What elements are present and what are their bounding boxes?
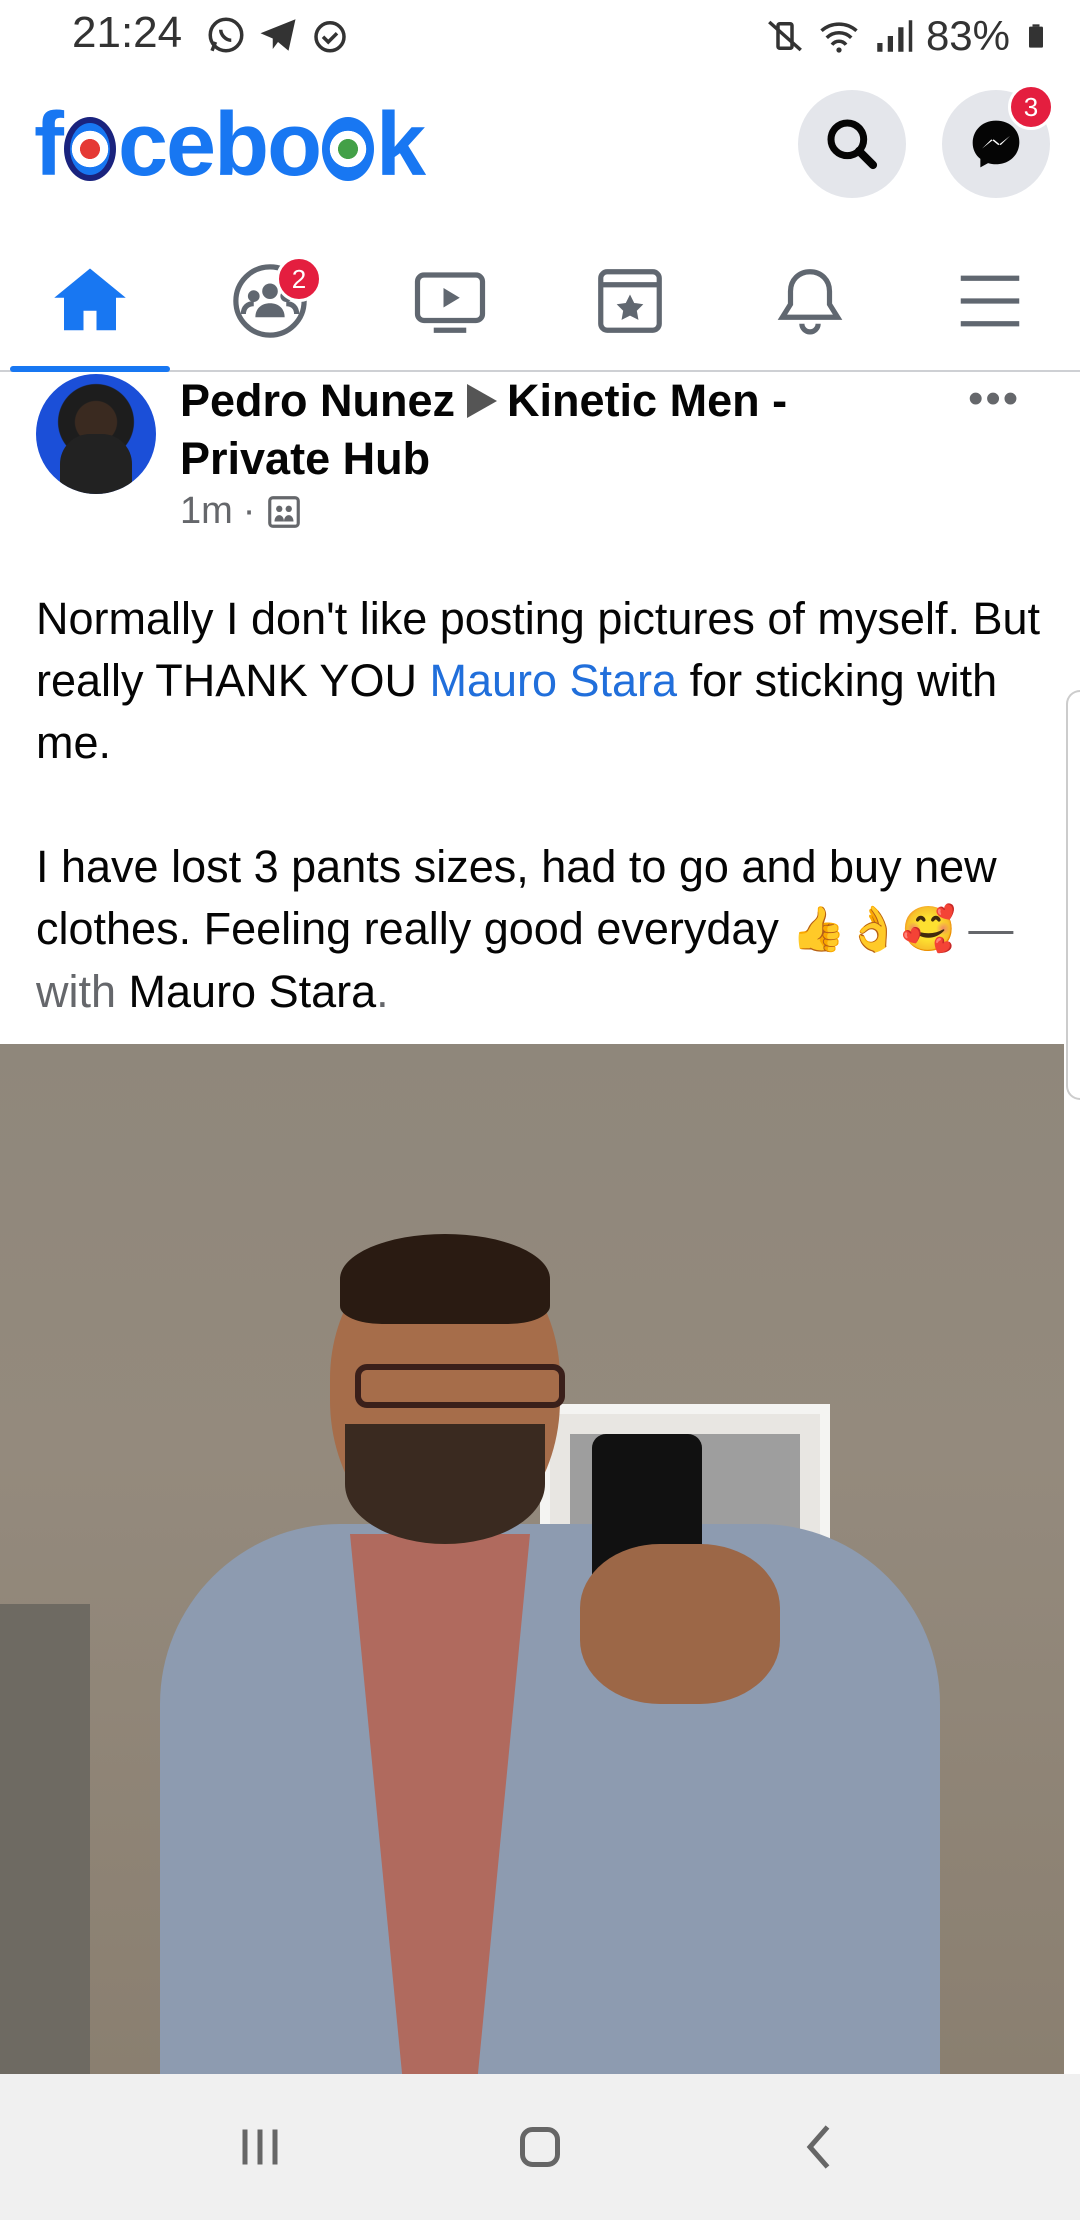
target-logo-icon xyxy=(63,117,116,181)
groups-badge: 2 xyxy=(276,256,322,302)
home-icon xyxy=(54,268,126,331)
tab-home[interactable] xyxy=(0,232,180,372)
recent-apps-icon[interactable] xyxy=(230,2117,290,2177)
messenger-badge: 3 xyxy=(1008,84,1054,130)
group-privacy-icon xyxy=(268,495,301,528)
signal-icon xyxy=(877,20,913,52)
post-paragraph-1: Normally I don't like posting pictures o… xyxy=(36,593,1040,768)
arrow-right-icon xyxy=(467,384,498,418)
status-time: 21:24 xyxy=(72,8,183,57)
author-name[interactable]: Pedro Nunez xyxy=(180,375,455,426)
author-avatar[interactable] xyxy=(36,374,156,494)
with-user-link[interactable]: Mauro Stara xyxy=(129,966,377,1017)
video-icon xyxy=(414,272,486,333)
thumbs-up-emoji: 👍 xyxy=(791,905,847,954)
facebook-logo[interactable]: f cebo k xyxy=(34,94,426,197)
search-button[interactable] xyxy=(798,90,906,198)
home-button-icon[interactable] xyxy=(510,2117,570,2177)
telegram-icon xyxy=(260,19,296,51)
battery-percent: 83% xyxy=(925,12,1010,59)
back-icon[interactable] xyxy=(790,2117,850,2177)
post-author-line: Pedro Nunez Kinetic Men - Private Hub xyxy=(180,372,880,488)
ok-hand-emoji: 👌 xyxy=(846,905,902,954)
tab-saved[interactable] xyxy=(540,232,720,370)
tab-menu[interactable] xyxy=(900,232,1080,370)
post-meta: 1m · xyxy=(180,490,303,533)
system-nav-bar xyxy=(0,2074,1080,2220)
post-body: Normally I don't like posting pictures o… xyxy=(36,588,1046,1085)
main-tab-bar: 2 xyxy=(0,232,1080,372)
alarm-check-icon xyxy=(314,21,346,53)
basketball-logo-icon xyxy=(322,117,375,181)
post-paragraph-2: I have lost 3 pants sizes, had to go and… xyxy=(36,841,1014,1017)
tab-groups[interactable]: 2 xyxy=(180,232,360,370)
post-options-button[interactable]: ••• xyxy=(968,374,1020,424)
bell-icon xyxy=(777,269,843,335)
status-bar: 21:24 83% xyxy=(0,0,1080,72)
battery-icon xyxy=(1029,24,1043,48)
bookmark-star-icon xyxy=(598,269,662,333)
messenger-button[interactable]: 3 xyxy=(942,84,1054,198)
hamburger-icon xyxy=(960,275,1020,327)
tab-notifications[interactable] xyxy=(720,232,900,370)
mute-vibrate-icon xyxy=(768,20,802,52)
app-header: f cebo k 3 xyxy=(0,72,1080,232)
search-icon xyxy=(827,119,878,170)
tab-watch[interactable] xyxy=(360,232,540,370)
post-photo[interactable] xyxy=(0,1044,1064,2074)
edge-panel-handle[interactable] xyxy=(1066,690,1080,1100)
whatsapp-icon xyxy=(208,17,244,53)
wifi-icon xyxy=(820,22,858,53)
tagged-user-link[interactable]: Mauro Stara xyxy=(429,655,677,706)
smiling-hearts-emoji: 🥰 xyxy=(901,905,956,954)
post-time[interactable]: 1m xyxy=(180,490,233,533)
